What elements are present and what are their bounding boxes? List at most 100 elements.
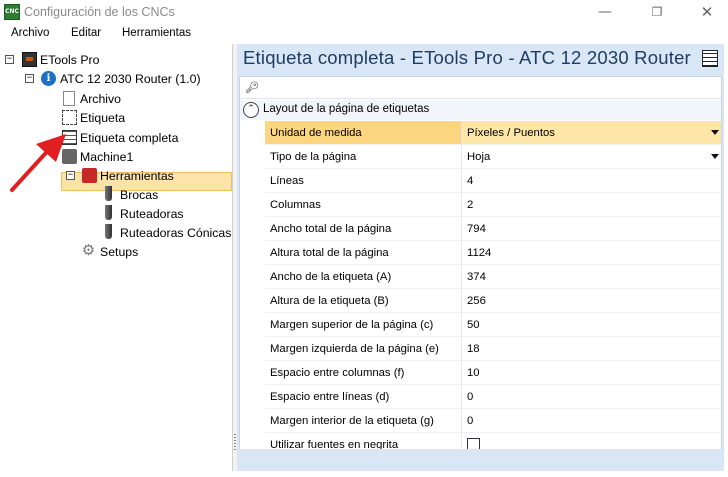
property-name: Altura de la etiqueta (B) <box>270 295 389 307</box>
info-icon: i <box>41 71 56 86</box>
tree-node-archivo[interactable]: Archivo <box>0 89 230 108</box>
tree-node-ruteadoras[interactable]: Ruteadoras <box>0 204 230 223</box>
key-icon: 🔑︎ <box>245 81 259 94</box>
property-value: Píxeles / Puentos <box>467 127 555 139</box>
property-value: 10 <box>467 367 480 379</box>
property-row-altura-total[interactable]: Altura total de la página 1124 <box>265 241 721 265</box>
minimize-button[interactable]: — <box>590 2 620 22</box>
property-row-altura-etiqueta[interactable]: Altura de la etiqueta (B) 256 <box>265 289 721 313</box>
tree-node-atc-router[interactable]: − i ATC 12 2030 Router (1.0) <box>0 69 230 88</box>
property-value-field[interactable]: 50 <box>461 313 721 336</box>
panel-bottom-gutter <box>237 449 724 471</box>
property-value-field[interactable]: 0 <box>461 409 721 432</box>
property-value-field[interactable]: 794 <box>461 217 721 240</box>
label-icon <box>62 110 77 125</box>
collapse-category-icon[interactable]: ⌃ <box>243 102 259 118</box>
property-value: 256 <box>467 295 486 307</box>
property-name: Líneas <box>270 175 304 187</box>
property-value-dropdown[interactable]: Píxeles / Puentos <box>461 121 721 144</box>
router-bit-icon <box>105 205 112 220</box>
menu-herramientas[interactable]: Herramientas <box>122 27 191 39</box>
property-value-field[interactable]: 0 <box>461 385 721 408</box>
tree-node-setups[interactable]: ⚙ Setups <box>0 242 230 261</box>
property-value-dropdown[interactable]: Hoja <box>461 145 721 168</box>
property-row-margen-izquierda[interactable]: Margen izquierda de la página (e) 18 <box>265 337 721 361</box>
property-value-field[interactable]: 374 <box>461 265 721 288</box>
property-name: Ancho total de la página <box>270 223 392 235</box>
property-name: Tipo de la página <box>270 151 357 163</box>
property-value: 794 <box>467 223 486 235</box>
tree-node-label: ATC 12 2030 Router (1.0) <box>60 72 201 86</box>
property-grid: 🔑︎ ⌃ Layout de la página de etiquetas Un… <box>239 76 722 471</box>
property-value-field[interactable]: 256 <box>461 289 721 312</box>
property-row-espacio-lineas[interactable]: Espacio entre líneas (d) 0 <box>265 385 721 409</box>
tree-node-label: Etiqueta completa <box>80 131 179 145</box>
property-search-input[interactable] <box>262 79 712 96</box>
cnc-machine-icon <box>22 52 37 67</box>
conical-bit-icon <box>105 224 112 239</box>
document-icon <box>63 91 75 106</box>
property-name: Ancho de la etiqueta (A) <box>270 271 392 283</box>
menu-bar: Archivo Editar Herramientas <box>0 24 728 44</box>
property-row-espacio-columnas[interactable]: Espacio entre columnas (f) 10 <box>265 361 721 385</box>
window-title: Configuración de los CNCs <box>24 5 175 19</box>
details-panel: Etiqueta completa - ETools Pro - ATC 12 … <box>237 44 724 471</box>
tree-node-label: Setups <box>100 245 139 259</box>
property-value: 2 <box>467 199 474 211</box>
property-value: 0 <box>467 415 474 427</box>
tree-node-label: Ruteadoras <box>120 207 184 221</box>
property-row-columnas[interactable]: Columnas 2 <box>265 193 721 217</box>
property-value: 1124 <box>467 247 492 259</box>
tree-node-label: Brocas <box>120 188 159 202</box>
property-value-field[interactable]: 4 <box>461 169 721 192</box>
tree-node-etiqueta[interactable]: Etiqueta <box>0 108 230 127</box>
menu-archivo[interactable]: Archivo <box>11 27 49 39</box>
dropdown-arrow-icon[interactable] <box>711 154 719 159</box>
property-name: Altura total de la página <box>270 247 389 259</box>
property-row-tipo-de-pagina[interactable]: Tipo de la página Hoja <box>265 145 721 169</box>
property-value-field[interactable]: 10 <box>461 361 721 384</box>
menu-editar[interactable]: Editar <box>71 27 101 39</box>
property-value: 0 <box>467 391 474 403</box>
property-value-field[interactable]: 2 <box>461 193 721 216</box>
property-value: 18 <box>467 343 480 355</box>
property-value-field[interactable]: 18 <box>461 337 721 360</box>
tree-node-label: Archivo <box>80 92 122 106</box>
property-row-unidad-de-medida[interactable]: Unidad de medida Píxeles / Puentos <box>265 121 721 145</box>
property-row-lineas[interactable]: Líneas 4 <box>265 169 721 193</box>
property-row-margen-interior[interactable]: Margen interior de la etiqueta (g) 0 <box>265 409 721 433</box>
app-icon: CNC <box>4 4 20 20</box>
toolbox-icon <box>82 168 97 183</box>
property-value-field[interactable]: 1124 <box>461 241 721 264</box>
property-category[interactable]: ⌃ Layout de la página de etiquetas <box>240 100 721 120</box>
property-value: 374 <box>467 271 486 283</box>
dropdown-arrow-icon[interactable] <box>711 130 719 135</box>
tree-node-etools-pro[interactable]: − ETools Pro <box>0 50 230 69</box>
property-search-row: 🔑︎ <box>240 77 721 99</box>
category-label: Layout de la página de etiquetas <box>263 103 430 115</box>
property-name: Espacio entre líneas (d) <box>270 391 390 403</box>
tree-panel: − ETools Pro − i ATC 12 2030 Router (1.0… <box>0 44 233 471</box>
property-name: Margen superior de la página (c) <box>270 319 434 331</box>
page-title: Etiqueta completa - ETools Pro - ATC 12 … <box>243 47 691 68</box>
gear-icon: ⚙ <box>81 241 96 259</box>
details-header: Etiqueta completa - ETools Pro - ATC 12 … <box>237 44 724 74</box>
collapse-icon[interactable]: − <box>25 74 34 83</box>
property-name: Margen interior de la etiqueta (g) <box>270 415 434 427</box>
collapse-icon[interactable]: − <box>5 55 14 64</box>
title-bar: CNC Configuración de los CNCs — ❐ ✕ <box>0 0 728 24</box>
splitter-grip-icon[interactable] <box>234 432 236 450</box>
tree-node-label: ETools Pro <box>40 53 100 67</box>
property-value: Hoja <box>467 151 491 163</box>
close-button[interactable]: ✕ <box>692 2 722 22</box>
property-row-ancho-etiqueta[interactable]: Ancho de la etiqueta (A) 374 <box>265 265 721 289</box>
maximize-button[interactable]: ❐ <box>642 2 672 22</box>
tree-node-label: Ruteadoras Cónicas <box>120 226 232 240</box>
property-row-ancho-total[interactable]: Ancho total de la página 794 <box>265 217 721 241</box>
tree-node-label: Etiqueta <box>80 111 126 125</box>
property-name: Margen izquierda de la página (e) <box>270 343 439 355</box>
tree-node-ruteadoras-conicas[interactable]: Ruteadoras Cónicas <box>0 223 232 242</box>
property-value: 4 <box>467 175 474 187</box>
property-row-margen-superior[interactable]: Margen superior de la página (c) 50 <box>265 313 721 337</box>
tree-node-label: Herramientas <box>100 169 174 183</box>
